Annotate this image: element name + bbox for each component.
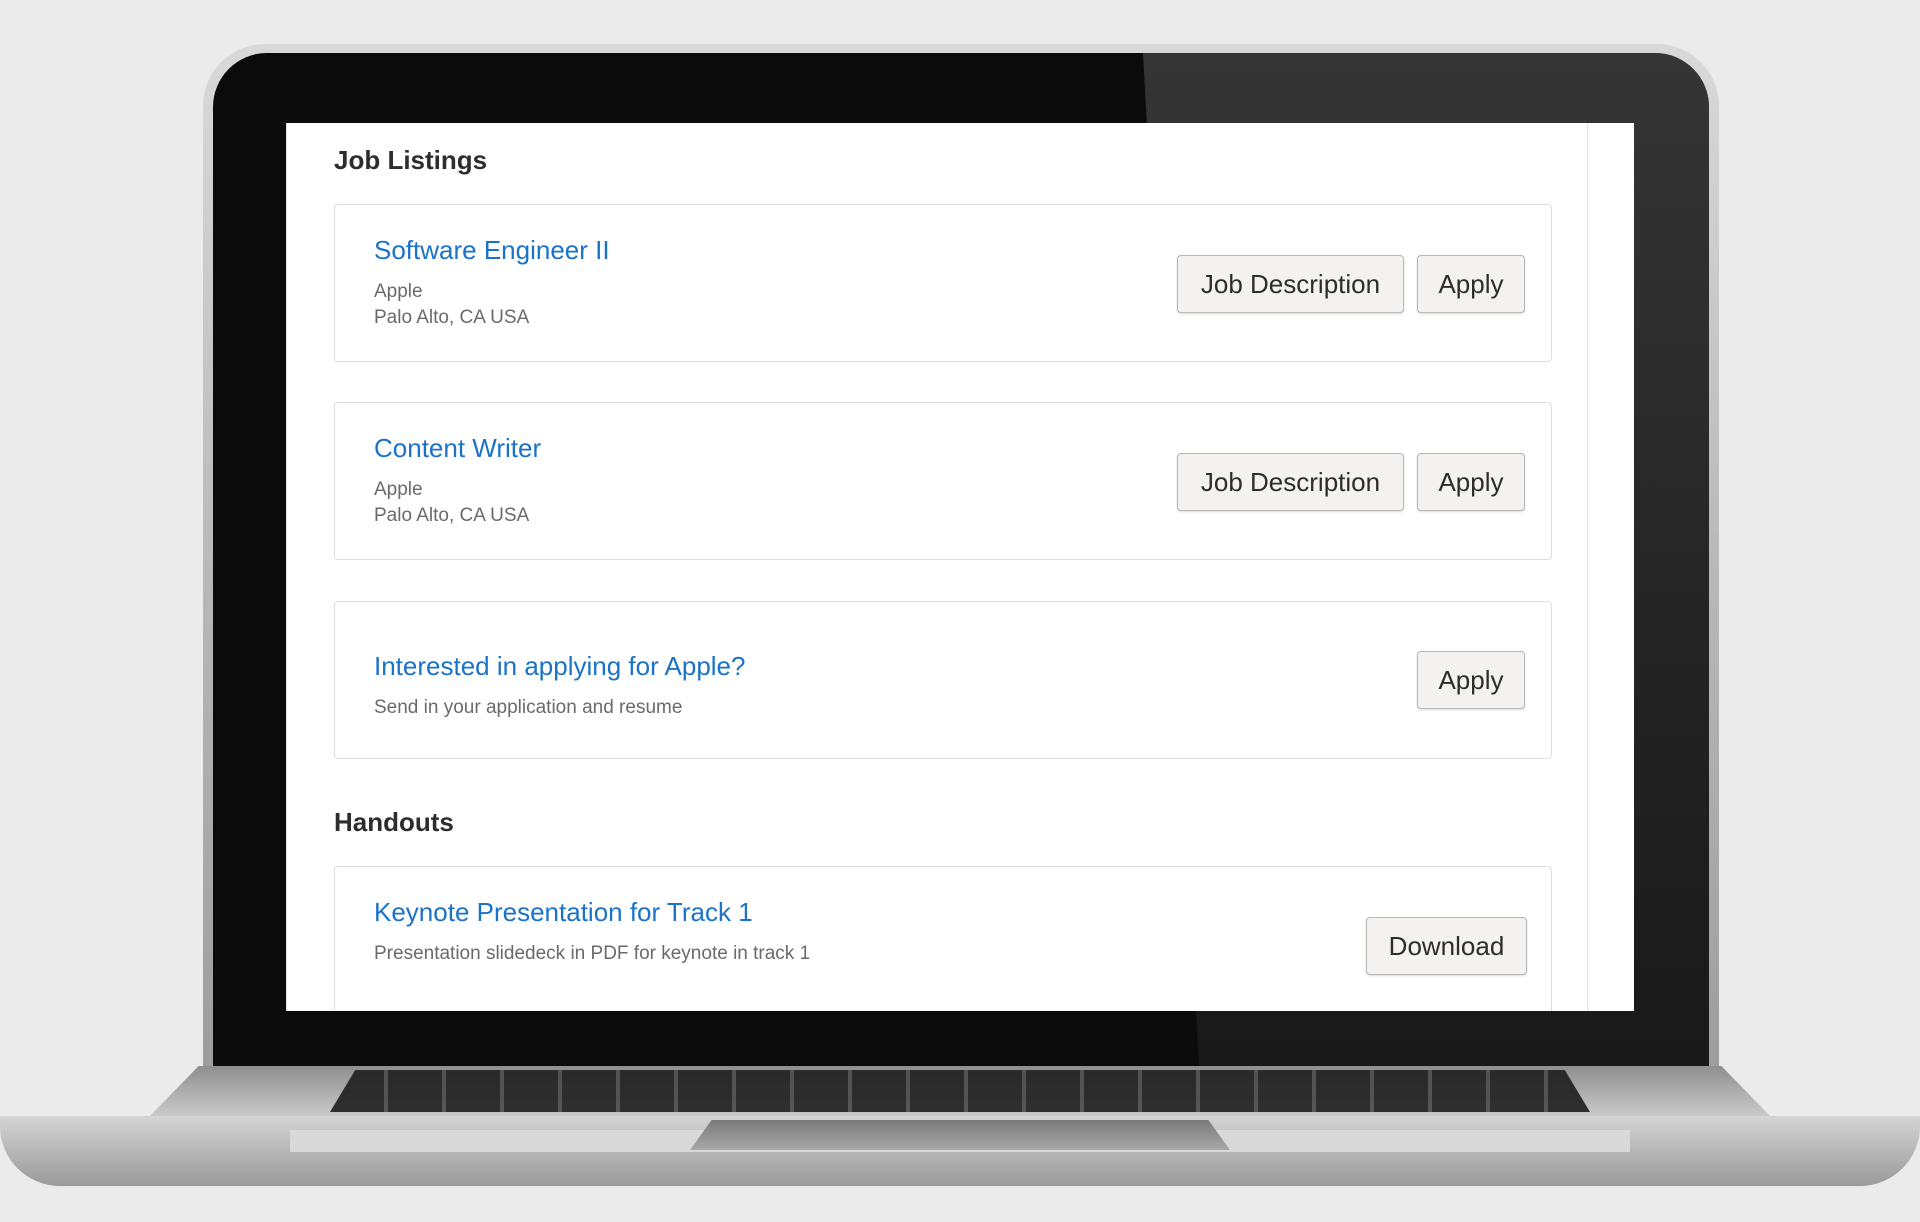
handout-card: Keynote Presentation for Track 1 Present…: [334, 866, 1552, 1011]
job-card-software-engineer: Software Engineer II Apple Palo Alto, CA…: [334, 204, 1552, 362]
trackpad-notch: [690, 1120, 1230, 1150]
apply-button[interactable]: Apply: [1417, 255, 1525, 313]
job-title-link[interactable]: Content Writer: [374, 433, 541, 464]
general-apply-subtitle: Send in your application and resume: [374, 697, 683, 718]
laptop-base: [0, 1066, 1920, 1222]
job-location: Palo Alto, CA USA: [374, 307, 530, 328]
apply-button[interactable]: Apply: [1417, 651, 1525, 709]
handouts-heading: Handouts: [334, 807, 454, 837]
job-title-link[interactable]: Software Engineer II: [374, 235, 610, 266]
job-description-button[interactable]: Job Description: [1177, 255, 1404, 313]
general-application-card: Interested in applying for Apple? Send i…: [334, 601, 1552, 759]
handout-title-link[interactable]: Keynote Presentation for Track 1: [374, 897, 753, 928]
job-location: Palo Alto, CA USA: [374, 505, 530, 526]
job-company: Apple: [374, 479, 423, 500]
keyboard: [330, 1070, 1590, 1112]
job-card-content-writer: Content Writer Apple Palo Alto, CA USA J…: [334, 402, 1552, 560]
job-company: Apple: [374, 281, 423, 302]
laptop-screen: Job Listings Software Engineer II Apple …: [286, 123, 1634, 1011]
background-floor: [0, 1186, 1920, 1222]
apply-button[interactable]: Apply: [1417, 453, 1525, 511]
job-description-button[interactable]: Job Description: [1177, 453, 1404, 511]
page-content: Job Listings Software Engineer II Apple …: [286, 123, 1588, 1011]
job-listings-heading: Job Listings: [334, 145, 488, 175]
download-button[interactable]: Download: [1366, 917, 1527, 975]
general-apply-title-link[interactable]: Interested in applying for Apple?: [374, 651, 745, 682]
handout-description: Presentation slidedeck in PDF for keynot…: [374, 943, 811, 964]
